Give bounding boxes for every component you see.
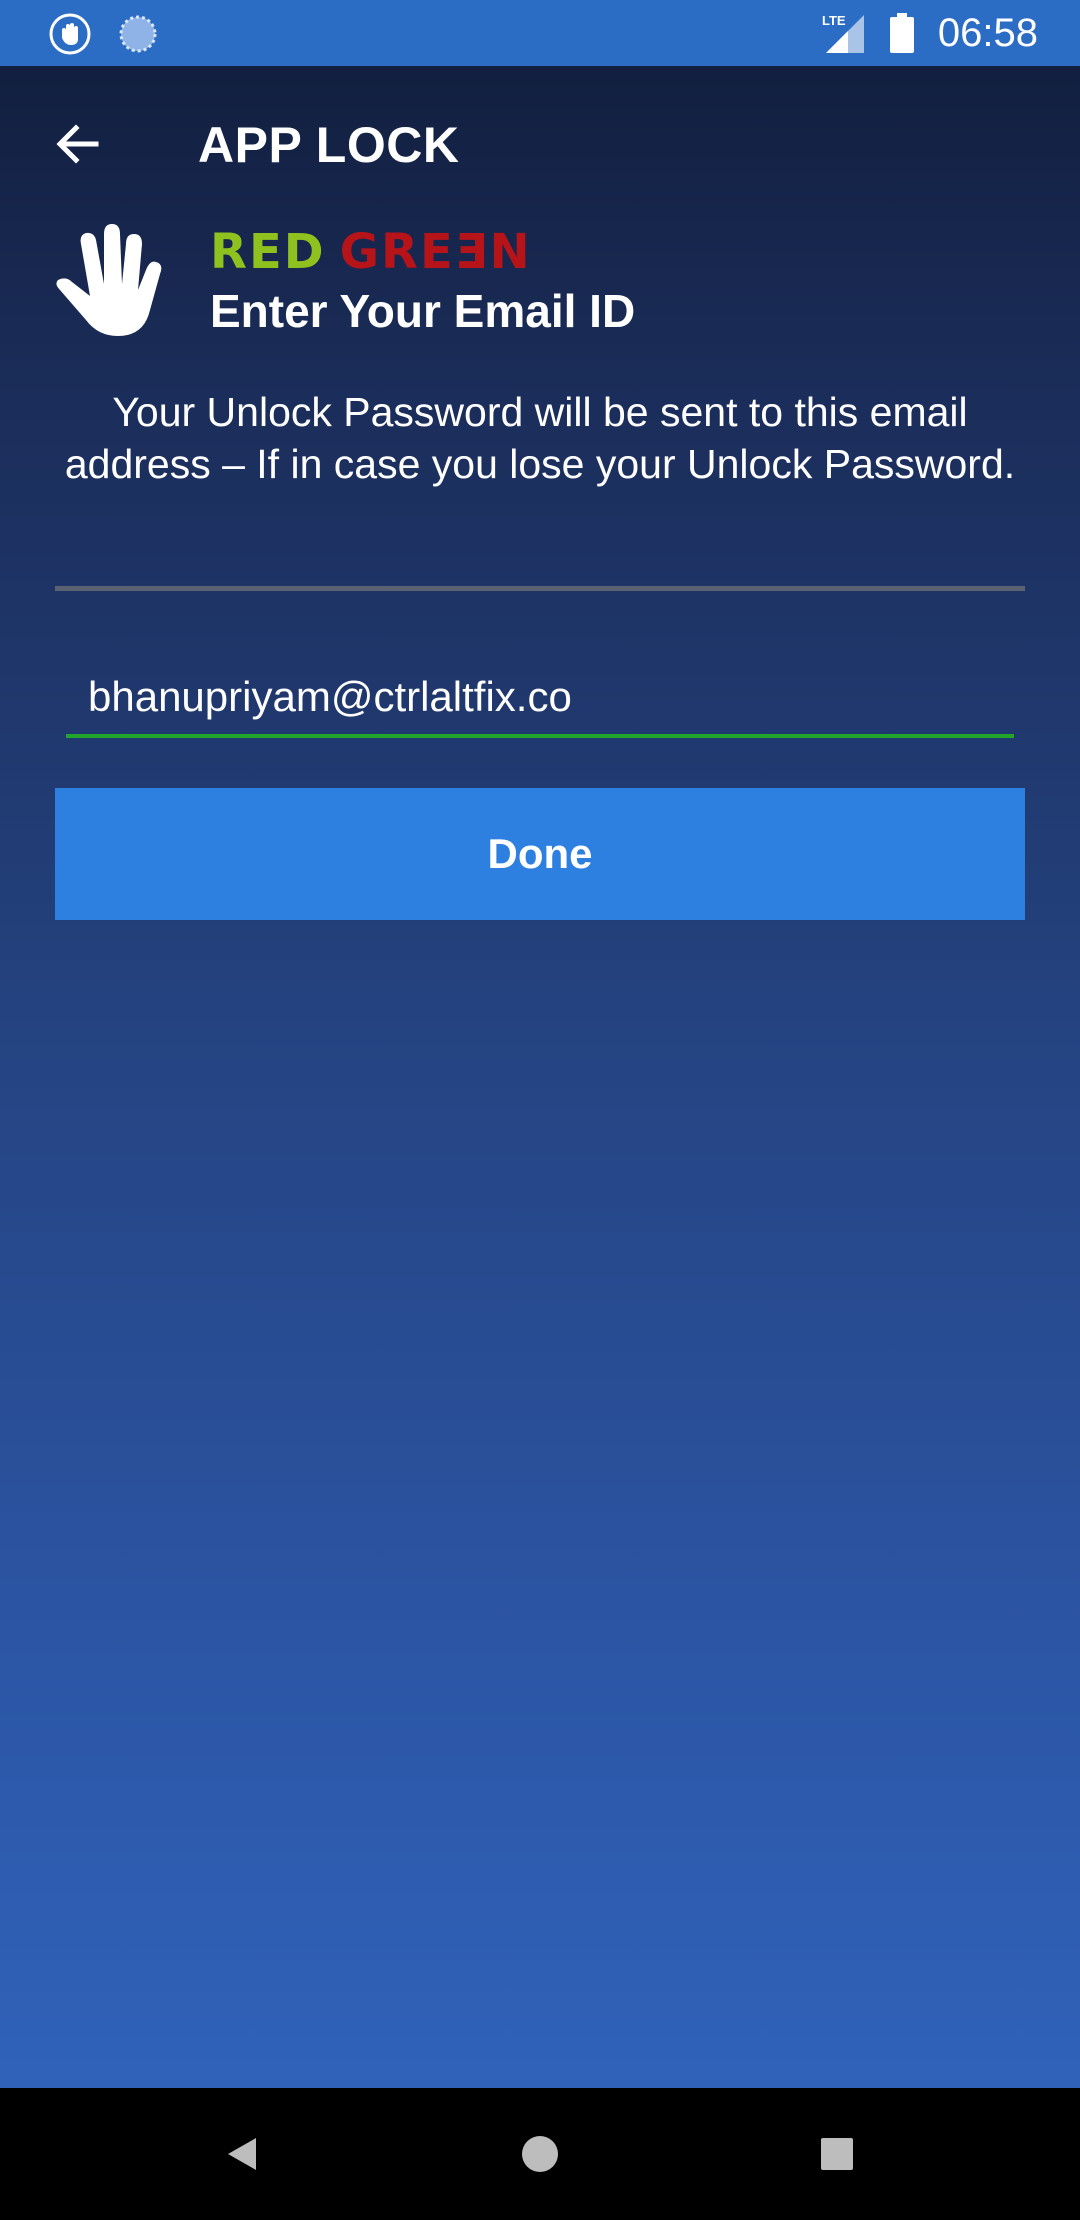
divider (55, 586, 1025, 591)
brand-logo: RED GREƎN (210, 224, 532, 280)
back-triangle-icon (228, 2138, 256, 2170)
signal-icon: LTE (822, 13, 864, 53)
app-bar: APP LOCK (0, 66, 1080, 226)
header-title: Enter Your Email ID (210, 285, 636, 337)
hand-notification-icon (49, 13, 91, 55)
back-arrow-icon (56, 124, 99, 164)
header-block: RED GREƎN Enter Your Email ID (0, 214, 1080, 354)
email-field[interactable] (66, 660, 1014, 738)
home-circle-icon (522, 2136, 558, 2172)
app-lock-screen: LTE 06:58 APP LOCK REDGREƎN Enter Your (0, 0, 1080, 2220)
brand-green-text: GREƎN (339, 224, 532, 280)
info-text: Your Unlock Password will be sent to thi… (64, 389, 1016, 487)
recents-square-icon (821, 2138, 853, 2170)
loading-icon (119, 15, 157, 53)
done-button[interactable]: Done (55, 788, 1025, 920)
page-title: APP LOCK (198, 117, 460, 173)
nav-back-button[interactable] (212, 2124, 272, 2184)
back-button[interactable] (48, 114, 108, 174)
brand-red-text: RED (210, 224, 326, 280)
status-right-group: LTE 06:58 (822, 0, 1038, 66)
nav-home-button[interactable] (510, 2124, 570, 2184)
status-bar: LTE 06:58 (0, 0, 1080, 66)
hand-icon (56, 224, 162, 336)
navigation-bar (0, 2088, 1080, 2220)
battery-icon (889, 13, 914, 53)
network-type-label: LTE (822, 13, 846, 28)
status-time: 06:58 (937, 10, 1038, 55)
nav-recents-button[interactable] (807, 2124, 867, 2184)
